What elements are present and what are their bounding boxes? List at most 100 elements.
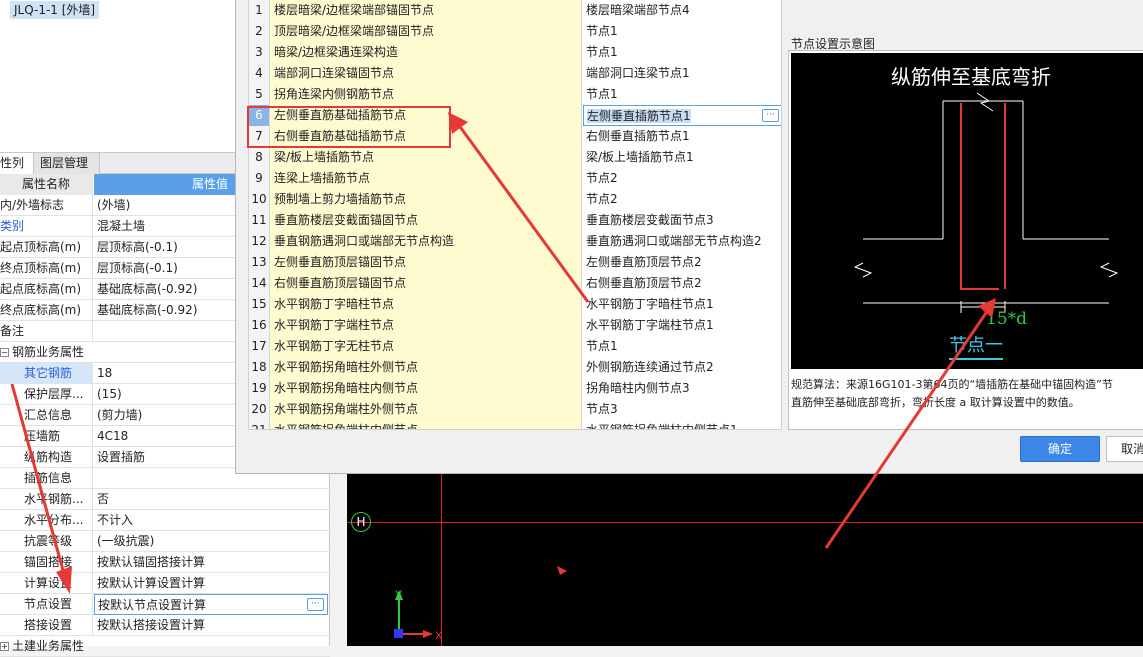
table-row[interactable]: 3 暗梁/边框梁遇连梁构造 节点1	[249, 42, 781, 63]
node-value[interactable]: 水平钢筋丁字端柱节点1	[583, 315, 781, 336]
property-name: 起点底标高(m)	[0, 279, 93, 300]
node-value[interactable]: 水平钢筋拐角端柱内侧节点1	[583, 420, 781, 429]
row-index: 18	[249, 357, 270, 378]
node-value[interactable]: 节点2	[583, 168, 781, 189]
node-value[interactable]: 垂直筋遇洞口或端部无节点构造2	[583, 231, 781, 252]
property-name: 插筋信息	[0, 468, 93, 489]
property-name: 备注	[0, 321, 93, 342]
table-row[interactable]: 13 左侧垂直筋顶层锚固节点 左侧垂直筋顶层节点2	[249, 252, 781, 273]
tab-property-list[interactable]: 性列表	[0, 153, 34, 191]
table-row[interactable]: 1 楼层暗梁/边框梁端部锚固节点 楼层暗梁端部节点4	[249, 0, 781, 21]
row-index: 20	[249, 399, 270, 420]
table-row[interactable]: 14 右侧垂直筋顶层锚固节点 右侧垂直筋顶层节点2	[249, 273, 781, 294]
table-row[interactable]: 21 水平钢筋拐角端柱内侧节点 水平钢筋拐角端柱内侧节点1	[249, 420, 781, 429]
node-value[interactable]: 梁/板上墙插筋节点1	[583, 147, 781, 168]
property-row[interactable]: 抗震等级 (一级抗震)	[0, 531, 330, 552]
element-tree-item-selected[interactable]: JLQ-1-1 [外墙]	[10, 1, 100, 19]
node-name: 顶层暗梁/边框梁端部锚固节点	[270, 21, 582, 42]
table-row[interactable]: 2 顶层暗梁/边框梁端部锚固节点 节点1	[249, 21, 781, 42]
node-value-editor[interactable]: 左侧垂直插筋节点1 ···	[583, 105, 781, 126]
table-row[interactable]: 8 梁/板上墙插筋节点 梁/板上墙插筋节点1	[249, 147, 781, 168]
table-row[interactable]: 10 预制墙上剪力墙插筋节点 节点2	[249, 189, 781, 210]
node-diagram: 纵筋伸至基底弯折 15*d 节点一	[791, 53, 1143, 369]
table-row[interactable]: 15 水平钢筋丁字暗柱节点 水平钢筋丁字暗柱节点1	[249, 294, 781, 315]
property-row[interactable]: 计算设置 按默认计算设置计算	[0, 573, 330, 594]
property-row[interactable]: 搭接设置 按默认搭接设置计算	[0, 615, 330, 636]
node-value[interactable]: 节点1	[583, 21, 781, 42]
node-name: 预制墙上剪力墙插筋节点	[270, 189, 582, 210]
table-row[interactable]: 19 水平钢筋拐角暗柱内侧节点 拐角暗柱内侧节点3	[249, 378, 781, 399]
collapse-icon[interactable]: −	[0, 348, 9, 357]
property-value[interactable]: 按默认搭接设置计算	[94, 615, 328, 636]
node-value[interactable]: 水平钢筋丁字暗柱节点1	[583, 294, 781, 315]
node-value[interactable]: 外侧钢筋连续通过节点2	[583, 357, 781, 378]
node-value[interactable]: 节点1	[583, 84, 781, 105]
property-row[interactable]: 水平分布... 不计入	[0, 510, 330, 531]
property-row-node-setting[interactable]: 节点设置 按默认节点设置计算 ···	[0, 594, 330, 615]
property-name: 终点顶标高(m)	[0, 258, 93, 279]
ellipsis-button[interactable]: ···	[762, 109, 779, 122]
property-name: 类别	[0, 216, 93, 237]
node-value[interactable]: 拐角暗柱内侧节点3	[583, 378, 781, 399]
table-row[interactable]: 11 垂直筋楼层变截面锚固节点 垂直筋楼层变截面节点3	[249, 210, 781, 231]
ellipsis-button[interactable]: ···	[307, 598, 324, 611]
cad-canvas[interactable]: H Y X	[347, 472, 1143, 646]
property-group-label: + 土建业务属性	[0, 636, 328, 657]
table-row[interactable]: 18 水平钢筋拐角暗柱外侧节点 外侧钢筋连续通过节点2	[249, 357, 781, 378]
axis-x-label: X	[435, 630, 443, 642]
ok-button[interactable]: 确定	[1020, 436, 1100, 462]
cad-crosshair-horizontal	[347, 522, 1143, 523]
node-value[interactable]: 右侧垂直筋顶层节点2	[583, 273, 781, 294]
node-value[interactable]: 节点1	[583, 336, 781, 357]
property-name: 水平钢筋...	[0, 489, 93, 510]
node-value[interactable]: 楼层暗梁端部节点4	[583, 0, 781, 21]
cancel-button[interactable]: 取消	[1106, 436, 1143, 462]
tab-layer-manager[interactable]: 图层管理	[34, 153, 100, 174]
header-property-name: 属性名称	[0, 174, 93, 195]
node-value[interactable]: 左侧垂直筋顶层节点2	[583, 252, 781, 273]
row-index: 3	[249, 42, 270, 63]
node-name: 水平钢筋拐角暗柱内侧节点	[270, 378, 582, 399]
node-value[interactable]: 节点3	[583, 399, 781, 420]
node-name: 暗梁/边框梁遇连梁构造	[270, 42, 582, 63]
property-value[interactable]: 不计入	[94, 510, 328, 531]
table-row[interactable]: 9 连梁上墙插筋节点 节点2	[249, 168, 781, 189]
property-value[interactable]: 按默认锚固搭接计算	[94, 552, 328, 573]
node-value[interactable]: 右侧垂直插筋节点1	[583, 126, 781, 147]
property-value[interactable]: (一级抗震)	[94, 531, 328, 552]
property-value[interactable]: 否	[94, 489, 328, 510]
node-value[interactable]: 垂直筋楼层变截面节点3	[583, 210, 781, 231]
table-row[interactable]: 17 水平钢筋丁字无柱节点 节点1	[249, 336, 781, 357]
node-settings-dialog: 1 楼层暗梁/边框梁端部锚固节点 楼层暗梁端部节点4 2 顶层暗梁/边框梁端部锚…	[235, 0, 1143, 474]
row-index: 15	[249, 294, 270, 315]
row-index: 21	[249, 420, 270, 429]
node-label: 节点一	[949, 336, 1003, 360]
row-index: 17	[249, 336, 270, 357]
property-row[interactable]: 锚固搭接 按默认锚固搭接计算	[0, 552, 330, 573]
axis-marker[interactable]: H	[351, 512, 371, 532]
property-name: 纵筋构造	[0, 447, 93, 468]
property-value: 按默认节点设置计算	[98, 598, 207, 612]
table-row[interactable]: 5 拐角连梁内侧钢筋节点 节点1	[249, 84, 781, 105]
node-setting-field[interactable]: 按默认节点设置计算 ···	[94, 594, 328, 615]
node-value[interactable]: 节点1	[583, 42, 781, 63]
property-group-name: 土建业务属性	[12, 639, 85, 653]
node-name: 垂直筋楼层变截面锚固节点	[270, 210, 582, 231]
table-row[interactable]: 16 水平钢筋丁字端柱节点 水平钢筋丁字端柱节点1	[249, 315, 781, 336]
row-index: 12	[249, 231, 270, 252]
property-value[interactable]: 按默认计算设置计算	[94, 573, 328, 594]
rule-description-line: 直筋伸至基础底部弯折，弯折长度 a 取计算设置中的数值。	[791, 396, 1080, 409]
node-value[interactable]: 端部洞口连梁节点1	[583, 63, 781, 84]
property-name: 水平分布...	[0, 510, 93, 531]
property-row[interactable]: 水平钢筋... 否	[0, 489, 330, 510]
property-name: 节点设置	[0, 594, 93, 615]
expand-icon[interactable]: +	[0, 642, 9, 651]
row-index: 4	[249, 63, 270, 84]
property-name: 抗震等级	[0, 531, 93, 552]
table-row[interactable]: 4 端部洞口连梁锚固节点 端部洞口连梁节点1	[249, 63, 781, 84]
annotation-highlight-box	[247, 106, 451, 148]
table-row[interactable]: 12 垂直钢筋遇洞口或端部无节点构造 垂直筋遇洞口或端部无节点构造2	[249, 231, 781, 252]
property-group-civil[interactable]: + 土建业务属性	[0, 636, 330, 657]
table-row[interactable]: 20 水平钢筋拐角端柱外侧节点 节点3	[249, 399, 781, 420]
node-value[interactable]: 节点2	[583, 189, 781, 210]
